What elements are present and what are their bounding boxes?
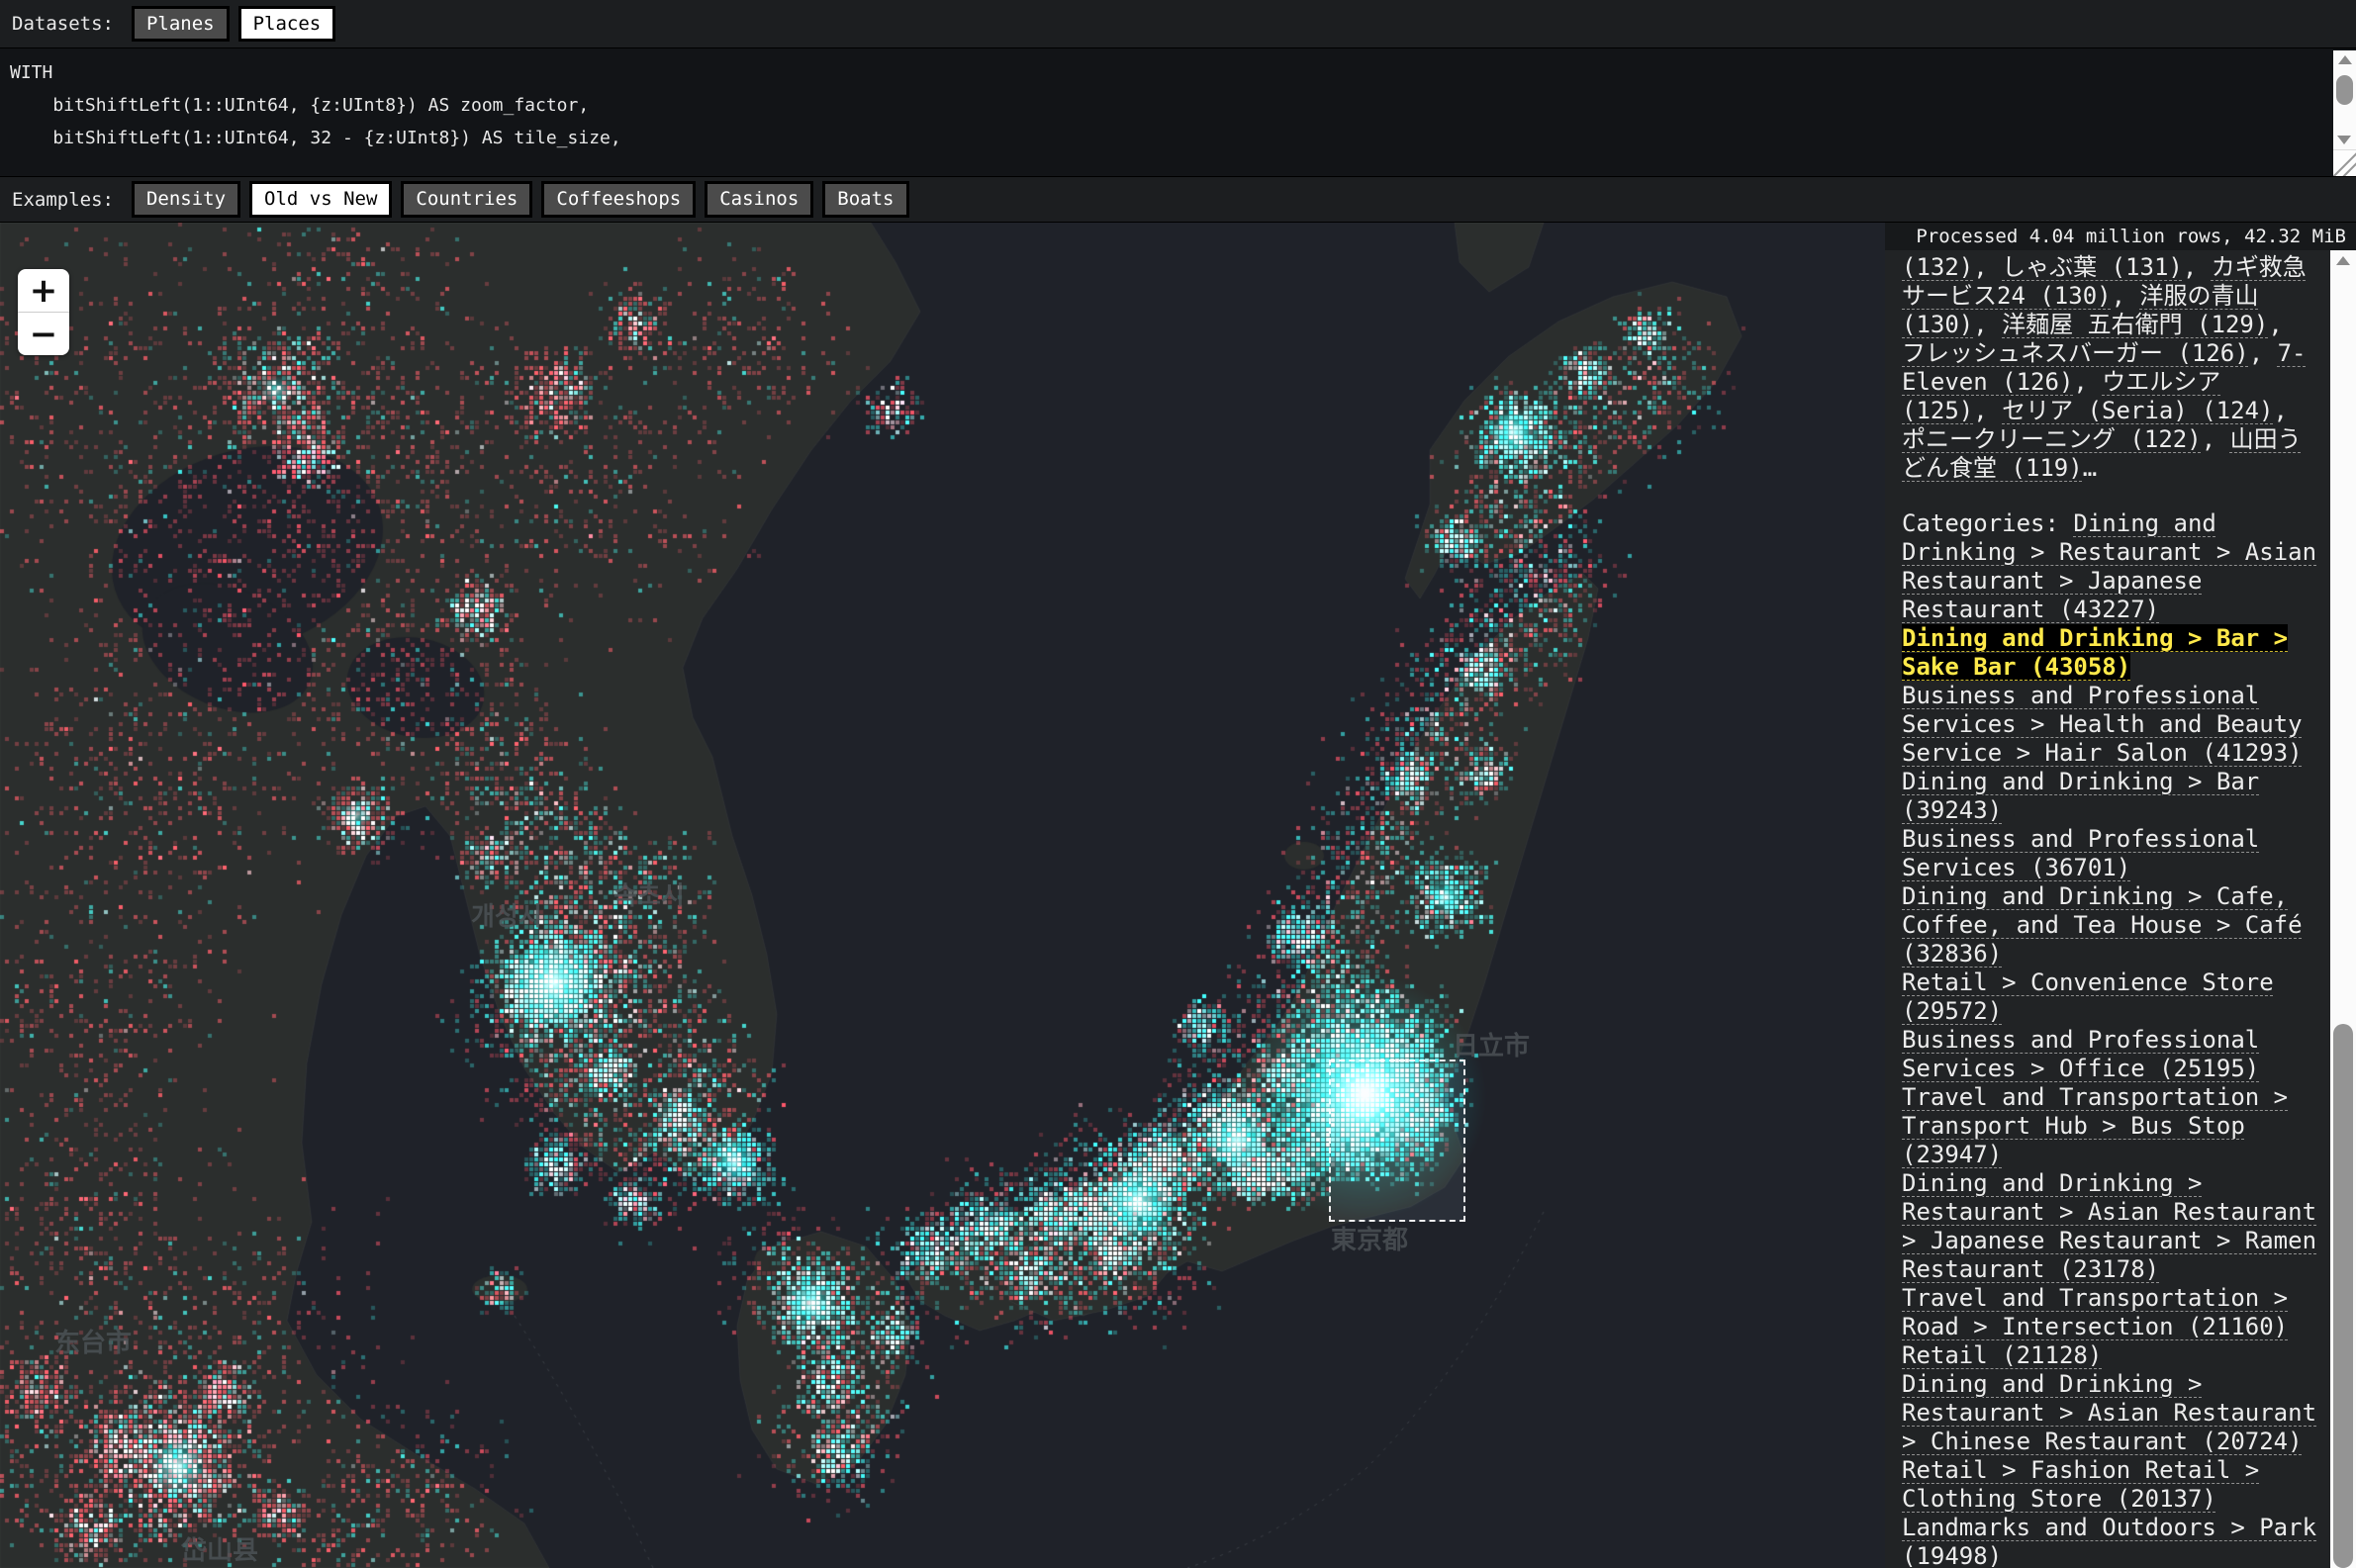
category-link-selected[interactable]: Dining and Drinking > Bar > Sake Bar (43… (1902, 624, 2288, 681)
editor-scrollbar[interactable] (2333, 50, 2356, 149)
examples-label: Examples: (12, 189, 114, 211)
category-link[interactable]: Retail > Convenience Store (29572) (1902, 968, 2274, 1025)
example-button-countries[interactable]: Countries (401, 181, 532, 218)
category-link[interactable]: Dining and Drinking > Restaurant > Asian… (1902, 1169, 2316, 1283)
app-window: Datasets: PlanesPlaces WITH bitShiftLeft… (0, 0, 2356, 1568)
map-viewport[interactable]: 日立市東京都 속초시개성시 东台市岱山县 + − (0, 223, 1885, 1568)
map-place-label: 岱山县 (181, 1530, 258, 1567)
example-button-old-vs-new[interactable]: Old vs New (249, 181, 392, 218)
category-link[interactable]: Travel and Transportation > Road > Inter… (1902, 1284, 2288, 1340)
example-button-casinos[interactable]: Casinos (705, 181, 813, 218)
brand-link[interactable]: (132) (1902, 253, 1973, 281)
dataset-button-places[interactable]: Places (238, 6, 336, 43)
map-place-label: 東京都 (1331, 1220, 1408, 1256)
example-button-boats[interactable]: Boats (822, 181, 908, 218)
results-sidebar: (132), しゃぶ葉 (131), カギ救急サービス24 (130), 洋服の… (1885, 250, 2330, 1568)
category-link[interactable]: Retail > Fashion Retail > Clothing Store… (1902, 1456, 2259, 1513)
sidebar-scrollbar-thumb[interactable] (2333, 1024, 2353, 1568)
category-link[interactable]: Business and Professional Services (3670… (1902, 825, 2259, 881)
status-text: Processed 4.04 million rows, 42.32 MiB (1916, 226, 2346, 247)
datasets-bar: Datasets: PlanesPlaces (0, 0, 2356, 47)
example-button-density[interactable]: Density (132, 181, 240, 218)
brand-link[interactable]: セリア (Seria) (124) (2002, 397, 2273, 424)
dataset-button-planes[interactable]: Planes (132, 6, 230, 43)
zoom-in-button[interactable]: + (18, 269, 69, 312)
sql-code[interactable]: WITH bitShiftLeft(1::UInt64, {z:UInt8}) … (0, 48, 2356, 154)
example-button-coffeeshops[interactable]: Coffeeshops (541, 181, 696, 218)
status-bar: Processed 4.04 million rows, 42.32 MiB (1885, 223, 2356, 250)
map-place-label: 개성시 (471, 896, 542, 933)
editor-scrollbar-thumb[interactable] (2336, 75, 2353, 105)
map-zoom-control: + − (18, 269, 69, 355)
brand-link[interactable]: 洋麺屋 五右衛門 (129) (2002, 311, 2268, 338)
map-place-label: 속초시 (613, 876, 685, 912)
category-link[interactable]: Business and Professional Services > Off… (1902, 1026, 2259, 1082)
resize-grip-icon[interactable] (2333, 149, 2356, 176)
category-link[interactable]: Travel and Transportation > Transport Hu… (1902, 1083, 2288, 1168)
category-link[interactable]: Landmarks and Outdoors > Park (19498) (1902, 1514, 2316, 1568)
examples-button-group: DensityOld vs NewCountriesCoffeeshopsCas… (132, 181, 918, 218)
category-link[interactable]: Dining and Drinking > Cafe, Coffee, and … (1902, 882, 2303, 968)
category-link[interactable]: Dining and Drinking > Restaurant > Asian… (1902, 1370, 2316, 1455)
brands-paragraph: (132), しゃぶ葉 (131), カギ救急サービス24 (130), 洋服の… (1902, 253, 2318, 483)
scroll-up-icon[interactable] (2338, 55, 2352, 64)
zoom-out-button[interactable]: − (18, 313, 69, 355)
brand-link[interactable]: ポニークリーニング (122) (1902, 425, 2202, 453)
scroll-up-icon[interactable] (2336, 256, 2350, 265)
category-link[interactable]: Dining and Drinking > Bar (39243) (1902, 768, 2259, 824)
map-canvas[interactable] (0, 223, 1885, 1568)
map-place-label: 东台市 (54, 1323, 132, 1359)
category-link[interactable]: Business and Professional Services > Hea… (1902, 682, 2303, 767)
main-area: 日立市東京都 속초시개성시 东台市岱山县 + − Processed 4.04 mi… (0, 223, 2356, 1568)
brand-link[interactable]: しゃぶ葉 (131) (2002, 253, 2183, 281)
category-link[interactable]: Retail (21128) (1902, 1341, 2102, 1369)
map-place-label: 日立市 (1453, 1026, 1530, 1062)
brand-link[interactable]: フレッシュネスバーガー (126) (1902, 339, 2249, 367)
sql-editor: WITH bitShiftLeft(1::UInt64, {z:UInt8}) … (0, 47, 2356, 176)
selection-rectangle[interactable] (1329, 1060, 1465, 1222)
scroll-down-icon[interactable] (2337, 136, 2351, 144)
datasets-label: Datasets: (12, 13, 114, 35)
sidebar-scrollbar[interactable] (2330, 250, 2356, 1568)
categories-label: Categories: (1902, 509, 2073, 537)
examples-bar: Examples: DensityOld vs NewCountriesCoff… (0, 176, 2356, 223)
categories-paragraph: Categories: Dining and Drinking > Restau… (1902, 509, 2318, 1568)
datasets-button-group: PlanesPlaces (132, 6, 344, 43)
